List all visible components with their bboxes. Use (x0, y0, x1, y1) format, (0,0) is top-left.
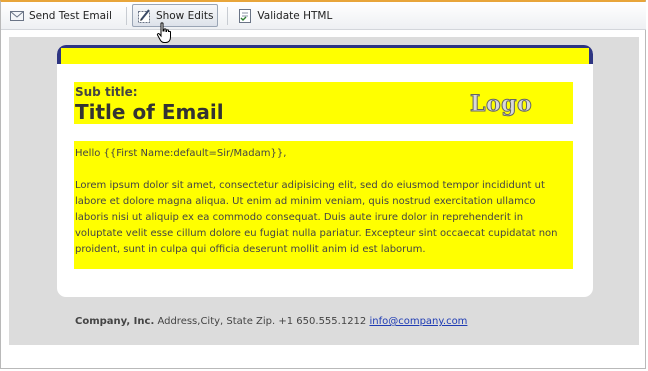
email-title: Title of Email (75, 100, 224, 124)
email-body-text: Lorem ipsum dolor sit amet, consectetur … (75, 180, 558, 255)
email-preview-canvas: Sub title: Title of Email Logo Hello {{F… (9, 37, 639, 345)
validate-html-icon (237, 8, 253, 24)
toolbar-separator (125, 6, 127, 25)
email-body[interactable]: Hello {{First Name:default=Sir/Madam}}, … (74, 141, 573, 269)
validate-html-label: Validate HTML (257, 9, 333, 22)
validate-html-button[interactable]: Validate HTML (233, 4, 337, 27)
email-card: Sub title: Title of Email Logo Hello {{F… (57, 45, 593, 297)
show-edits-button[interactable]: Show Edits (131, 4, 219, 27)
footer-company: Company, Inc. (75, 316, 155, 327)
footer-email-link[interactable]: info@company.com (369, 316, 467, 327)
send-test-email-label: Send Test Email (29, 9, 112, 22)
email-greeting: Hello {{First Name:default=Sir/Madam}}, (75, 148, 287, 159)
toolbar-separator (227, 6, 229, 25)
footer-address: Address,City, State Zip. +1 650.555.1212 (157, 316, 367, 327)
email-footer: Company, Inc. Address,City, State Zip. +… (75, 316, 467, 327)
email-top-band (57, 45, 593, 64)
email-header[interactable]: Sub title: Title of Email Logo (74, 82, 573, 124)
email-top-band-highlight (61, 48, 589, 64)
toolbar: Send Test Email Show Edits Validate HTML (1, 2, 646, 30)
hand-cursor-icon (156, 22, 171, 43)
send-test-email-button[interactable]: Send Test Email (5, 4, 117, 27)
logo: Logo (469, 91, 533, 118)
email-subtitle: Sub title: (75, 85, 138, 99)
show-edits-icon (136, 8, 152, 24)
show-edits-label: Show Edits (155, 9, 214, 22)
send-email-icon (9, 8, 25, 24)
